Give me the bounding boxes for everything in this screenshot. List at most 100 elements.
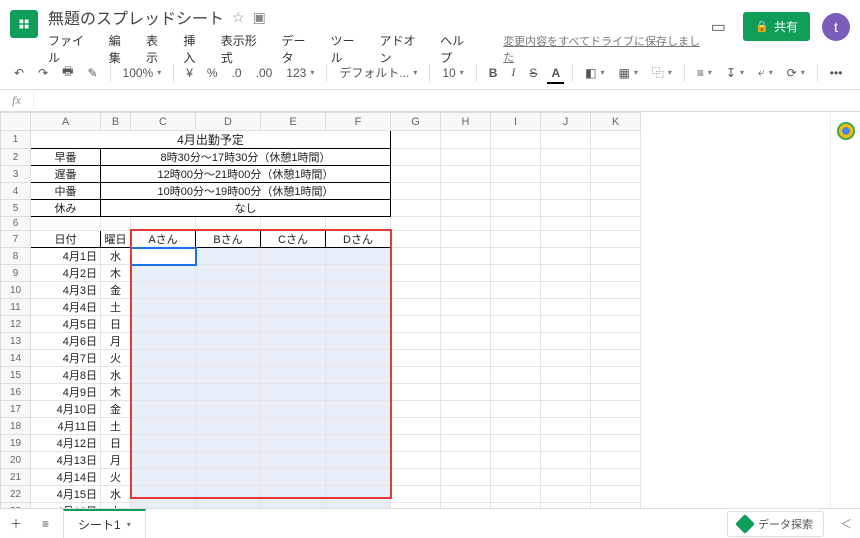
keep-icon[interactable] (837, 122, 855, 140)
increase-decimal-button[interactable]: .00 (252, 63, 277, 83)
cell[interactable] (261, 401, 326, 418)
row-header-8[interactable]: 8 (1, 248, 31, 265)
cell[interactable] (131, 452, 196, 469)
cell[interactable] (441, 469, 491, 486)
decrease-decimal-button[interactable]: .0 (228, 63, 246, 83)
cell[interactable] (391, 333, 441, 350)
col-header-I[interactable]: I (491, 113, 541, 131)
cell[interactable] (131, 333, 196, 350)
cell[interactable] (491, 503, 541, 509)
valign-button[interactable]: ↧ (722, 63, 748, 83)
row-header-20[interactable]: 20 (1, 452, 31, 469)
cell[interactable] (591, 265, 641, 282)
cell[interactable] (391, 350, 441, 367)
select-all-cell[interactable] (1, 113, 31, 131)
cell[interactable] (261, 248, 326, 265)
cell[interactable]: 木 (101, 265, 131, 282)
borders-button[interactable]: ▦ (614, 63, 641, 83)
account-avatar[interactable]: t (822, 13, 850, 41)
cell[interactable] (591, 333, 641, 350)
zoom-select[interactable]: 100% (119, 63, 166, 83)
cell[interactable] (491, 401, 541, 418)
menu-view[interactable]: 表示 (146, 32, 169, 66)
add-sheet-button[interactable]: ＋ (0, 515, 32, 532)
cell[interactable]: 金 (101, 282, 131, 299)
cell[interactable] (261, 282, 326, 299)
cell[interactable] (491, 316, 541, 333)
cell[interactable]: 4月3日 (31, 282, 101, 299)
cell[interactable]: 曜日 (101, 231, 131, 248)
col-header-F[interactable]: F (326, 113, 391, 131)
col-header-D[interactable]: D (196, 113, 261, 131)
row-header-5[interactable]: 5 (1, 200, 31, 217)
cell[interactable] (196, 299, 261, 316)
cell[interactable] (591, 183, 641, 200)
cell[interactable] (441, 231, 491, 248)
cell[interactable]: 月 (101, 452, 131, 469)
cell[interactable] (591, 316, 641, 333)
cell[interactable] (541, 231, 591, 248)
cell[interactable] (196, 418, 261, 435)
cell[interactable] (441, 435, 491, 452)
wrap-button[interactable]: ⤶ (754, 62, 777, 83)
cell[interactable]: 4月8日 (31, 367, 101, 384)
cell[interactable]: 4月11日 (31, 418, 101, 435)
cell[interactable]: 4月1日 (31, 248, 101, 265)
cell[interactable] (261, 452, 326, 469)
cell[interactable] (131, 299, 196, 316)
cell[interactable] (541, 333, 591, 350)
more-toolbar-button[interactable]: ••• (826, 63, 847, 83)
row-header-2[interactable]: 2 (1, 149, 31, 166)
cell[interactable] (391, 367, 441, 384)
row-header-15[interactable]: 15 (1, 367, 31, 384)
cell[interactable] (31, 217, 101, 231)
cell[interactable] (591, 299, 641, 316)
italic-button[interactable]: I (507, 62, 519, 83)
cell[interactable] (491, 131, 541, 149)
cell[interactable] (541, 131, 591, 149)
document-title[interactable]: 無題のスプレッドシート (48, 5, 224, 29)
col-header-B[interactable]: B (101, 113, 131, 131)
cell[interactable] (591, 486, 641, 503)
menu-insert[interactable]: 挿入 (183, 32, 206, 66)
cell[interactable] (541, 248, 591, 265)
cell[interactable] (196, 367, 261, 384)
cell[interactable] (391, 131, 441, 149)
cell[interactable] (491, 486, 541, 503)
cell[interactable] (391, 149, 441, 166)
cell[interactable] (491, 299, 541, 316)
cell[interactable] (591, 248, 641, 265)
col-header-H[interactable]: H (441, 113, 491, 131)
cell[interactable]: 早番 (31, 149, 101, 166)
cell[interactable] (441, 452, 491, 469)
cell[interactable] (391, 248, 441, 265)
cell[interactable] (131, 350, 196, 367)
col-header-J[interactable]: J (541, 113, 591, 131)
cell[interactable] (441, 486, 491, 503)
cell[interactable]: 水 (101, 367, 131, 384)
cell[interactable] (541, 486, 591, 503)
cell[interactable]: 土 (101, 418, 131, 435)
cell[interactable] (131, 435, 196, 452)
menu-data[interactable]: データ (281, 32, 316, 66)
row-header-9[interactable]: 9 (1, 265, 31, 282)
cell[interactable] (591, 282, 641, 299)
cell[interactable] (391, 217, 441, 231)
halign-button[interactable]: ≡ (693, 63, 716, 83)
cell[interactable]: 4月2日 (31, 265, 101, 282)
print-icon[interactable]: 🖶 (58, 59, 77, 86)
cell[interactable] (541, 452, 591, 469)
cell[interactable] (391, 452, 441, 469)
cell[interactable] (131, 401, 196, 418)
cell[interactable] (391, 503, 441, 509)
row-header-4[interactable]: 4 (1, 183, 31, 200)
cell[interactable]: 木 (101, 503, 131, 509)
cell[interactable] (441, 299, 491, 316)
explore-button[interactable]: データ探索 (727, 511, 824, 537)
cell[interactable] (591, 166, 641, 183)
cell[interactable] (591, 384, 641, 401)
cell[interactable]: 火 (101, 469, 131, 486)
cell[interactable] (491, 183, 541, 200)
row-header-1[interactable]: 1 (1, 131, 31, 149)
cell[interactable] (441, 200, 491, 217)
